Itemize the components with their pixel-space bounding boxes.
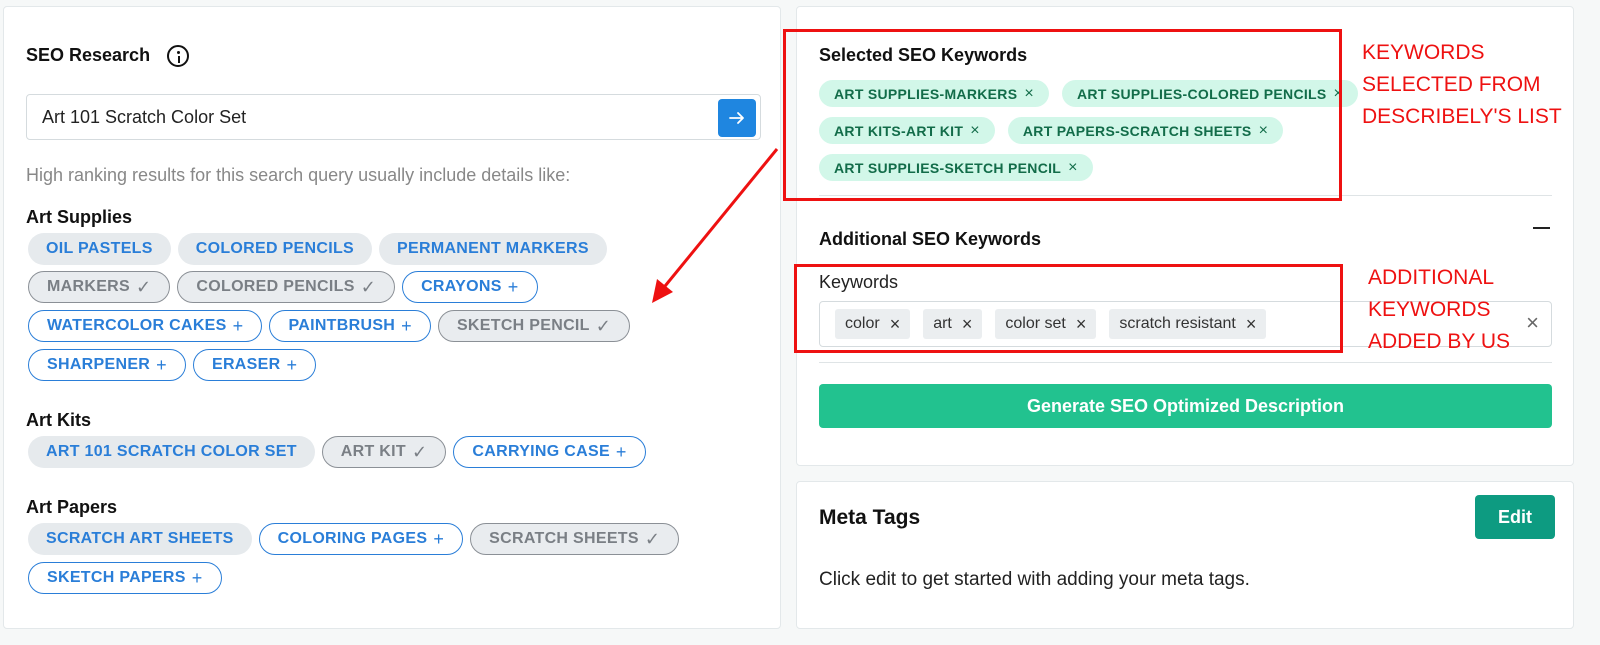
annotation-arrow xyxy=(652,148,779,303)
arrow-head xyxy=(652,279,673,303)
arrow-line xyxy=(659,148,779,292)
